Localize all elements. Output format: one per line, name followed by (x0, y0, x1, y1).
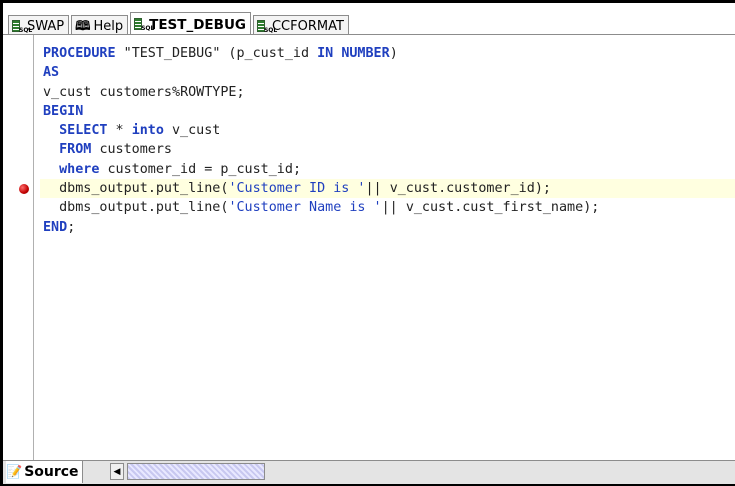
breakpoint-icon[interactable] (19, 183, 29, 194)
tab-label: TEST_DEBUG (149, 17, 246, 33)
code-line[interactable]: v_cust customers%ROWTYPE; (43, 83, 735, 102)
code-line[interactable]: FROM customers (43, 140, 735, 159)
code-editor[interactable]: PROCEDURE "TEST_DEBUG" (p_cust_id IN NUM… (3, 35, 735, 460)
code-line[interactable]: BEGIN (43, 102, 735, 121)
sql-file-icon: SQL (134, 18, 154, 32)
scroll-left-button[interactable]: ◀ (110, 463, 124, 480)
tab-label: CCFORMAT (271, 19, 344, 34)
book-icon: 🕮 (75, 19, 91, 34)
code-line[interactable]: dbms_output.put_line('Customer ID is '||… (40, 179, 735, 199)
code-line[interactable]: where customer_id = p_cust_id; (43, 160, 735, 179)
code-line[interactable]: PROCEDURE "TEST_DEBUG" (p_cust_id IN NUM… (43, 44, 735, 63)
tab-label: SWAP (27, 19, 65, 34)
code-area[interactable]: PROCEDURE "TEST_DEBUG" (p_cust_id IN NUM… (40, 44, 735, 237)
code-line[interactable]: SELECT * into v_cust (43, 121, 735, 140)
tab-source[interactable]: 📝 Source (6, 461, 83, 483)
code-line[interactable]: dbms_output.put_line('Customer Name is '… (43, 198, 735, 217)
gutter-divider (33, 35, 34, 460)
sql-file-icon: SQL (256, 19, 277, 34)
source-tab-label: Source (24, 464, 79, 480)
source-icon: 📝 (6, 464, 23, 480)
bottom-bar: 📝 Source ◀ (3, 460, 735, 484)
code-line[interactable]: AS (43, 63, 735, 82)
code-line[interactable]: END; (43, 218, 735, 237)
sql-file-icon: SQL (12, 19, 32, 34)
horizontal-scrollbar-thumb[interactable] (127, 463, 265, 480)
tab-label: Help (93, 19, 124, 34)
